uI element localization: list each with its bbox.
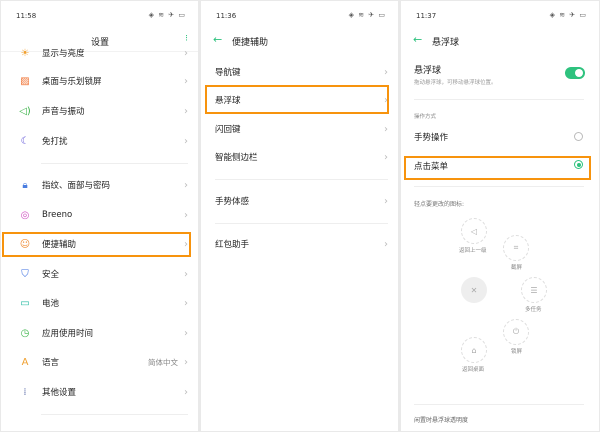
item-label: Breeno	[42, 210, 73, 220]
highlight-box	[404, 156, 591, 180]
breeno-icon: ◎	[20, 209, 30, 221]
accessibility-item[interactable]: 手势体感 ›	[201, 190, 398, 212]
moon-icon: ☾	[20, 135, 30, 147]
item-label: 应用使用时间	[42, 329, 94, 339]
chevron-right-icon: ›	[384, 151, 388, 163]
item-label: 导航键	[215, 68, 241, 78]
status-time: 11:37	[416, 12, 437, 20]
chevron-right-icon: ›	[184, 75, 188, 87]
accessibility-item[interactable]: 导航键 ›	[201, 61, 398, 83]
chevron-right-icon: ›	[184, 179, 188, 191]
settings-item[interactable]: ▭ 电池 ›	[1, 292, 198, 314]
item-label: 闪回键	[215, 125, 241, 135]
chevron-right-icon: ›	[384, 195, 388, 207]
settings-item[interactable]: ◎ Breeno ›	[1, 204, 198, 226]
back-triangle-icon[interactable]: ◁	[461, 218, 487, 244]
chevron-right-icon: ›	[184, 386, 188, 398]
section-label: 操作方式	[414, 114, 437, 120]
page-title: 便捷辅助	[232, 38, 269, 48]
menu-back-label: 返回上一级	[459, 248, 487, 254]
accessibility-screen: 11:36 ◈ ≋ ✈ ▭ ← 便捷辅助 导航键 › 悬浮球 › 闪回键 › 智能侧边栏 › 手…	[201, 1, 398, 431]
floating-ball-toggle[interactable]	[565, 67, 585, 79]
back-arrow-icon[interactable]: ←	[213, 33, 222, 46]
item-label: 免打扰	[42, 137, 68, 147]
brightness-icon: ☀	[20, 47, 30, 59]
status-icons: ◈ ≋ ✈ ▭	[549, 11, 587, 19]
chevron-right-icon: ›	[384, 238, 388, 250]
chevron-right-icon: ›	[184, 268, 188, 280]
accessibility-item[interactable]: 智能侧边栏 ›	[201, 146, 398, 168]
opacity-label: 闲置时悬浮球透明度	[414, 417, 469, 424]
accessibility-item[interactable]: 红包助手 ›	[201, 233, 398, 255]
toggle-description: 拖动悬浮球，可移动悬浮球位置。	[414, 80, 497, 86]
lock-icon[interactable]: ⏻	[503, 319, 529, 345]
chevron-right-icon: ›	[184, 297, 188, 309]
settings-item[interactable]: ☾ 免打扰 ›	[1, 130, 198, 152]
chevron-right-icon: ›	[384, 123, 388, 135]
settings-item[interactable]: ⛉ 安全 ›	[1, 263, 198, 285]
item-label: 红包助手	[215, 240, 250, 250]
item-label: 语言	[42, 358, 60, 368]
item-label: 桌面与乐划锁屏	[42, 77, 102, 87]
shield-icon: ⛉	[21, 268, 29, 280]
settings-item[interactable]: ▨ 桌面与乐划锁屏 ›	[1, 70, 198, 92]
item-label: 手势体感	[215, 197, 250, 207]
floating-ball-screen: 11:37 ◈ ≋ ✈ ▭ ← 悬浮球 悬浮球 拖动悬浮球，可移动悬浮球位置。 …	[401, 1, 599, 431]
page-title: 悬浮球	[432, 38, 460, 48]
chevron-right-icon: ›	[184, 209, 188, 221]
lock-icon: 🔒︎	[22, 179, 28, 191]
status-icons: ◈ ≋ ✈ ▭	[148, 11, 186, 19]
multitask-icon[interactable]: ☰	[521, 277, 547, 303]
status-icons: ◈ ≋ ✈ ▭	[348, 11, 386, 19]
item-label: 智能侧边栏	[215, 153, 258, 163]
chevron-right-icon: ›	[384, 66, 388, 78]
settings-screen: 11:58 ◈ ≋ ✈ ▭ 设置 ⁝ ☀ 显示与亮度 › ▨ 桌面与乐划锁屏 › ◁) 声音与…	[1, 1, 198, 431]
more-icon: ⁞	[23, 386, 27, 398]
toggle-label: 悬浮球	[414, 66, 442, 76]
chevron-right-icon: ›	[184, 47, 188, 59]
chevron-right-icon: ›	[184, 105, 188, 117]
accessibility-item[interactable]: 闪回键 ›	[201, 118, 398, 140]
settings-item[interactable]: ◁) 声音与振动 ›	[1, 100, 198, 122]
menu-screenshot-label: 截屏	[511, 265, 523, 271]
screenshot-crop-icon[interactable]: ⌗	[503, 235, 529, 261]
highlight-box	[2, 232, 191, 257]
item-label: 电池	[42, 299, 60, 309]
settings-item[interactable]: ⁞ 其他设置 ›	[1, 381, 198, 403]
language-icon: A	[21, 356, 29, 368]
settings-item[interactable]: ◷ 应用使用时间 ›	[1, 322, 198, 344]
menu-multitask-label: 多任务	[525, 307, 542, 313]
icons-hint: 轻点要更改的图标:	[414, 201, 465, 208]
chevron-right-icon: ›	[184, 356, 188, 368]
close-x-icon[interactable]: ✕	[461, 277, 487, 303]
clock-icon: ◷	[20, 327, 30, 339]
status-time: 11:58	[16, 12, 37, 20]
item-label: 其他设置	[42, 388, 77, 398]
back-arrow-icon[interactable]: ←	[413, 33, 422, 46]
wallpaper-icon: ▨	[20, 75, 30, 87]
chevron-right-icon: ›	[184, 135, 188, 147]
item-label: 声音与振动	[42, 107, 85, 117]
menu-home-label: 返回桌面	[462, 367, 485, 373]
settings-item[interactable]: A 语言 简体中文 ›	[1, 351, 198, 373]
item-value: 简体中文	[148, 357, 178, 367]
radio-gesture[interactable]	[574, 132, 583, 141]
settings-item[interactable]: ☀ 显示与亮度 ›	[1, 42, 198, 64]
highlight-box	[205, 85, 389, 114]
option-gesture[interactable]: 手势操作	[414, 131, 448, 143]
item-label: 安全	[42, 270, 60, 280]
chevron-right-icon: ›	[184, 327, 188, 339]
battery-icon: ▭	[20, 297, 30, 309]
home-icon[interactable]: ⌂	[461, 337, 487, 363]
menu-lock-label: 锁屏	[511, 349, 523, 355]
status-time: 11:36	[216, 12, 237, 20]
item-label: 显示与亮度	[42, 49, 85, 59]
settings-item[interactable]: 🔒︎ 指纹、面部与密码 ›	[1, 174, 198, 196]
speaker-icon: ◁)	[19, 105, 31, 117]
item-label: 指纹、面部与密码	[42, 181, 111, 191]
